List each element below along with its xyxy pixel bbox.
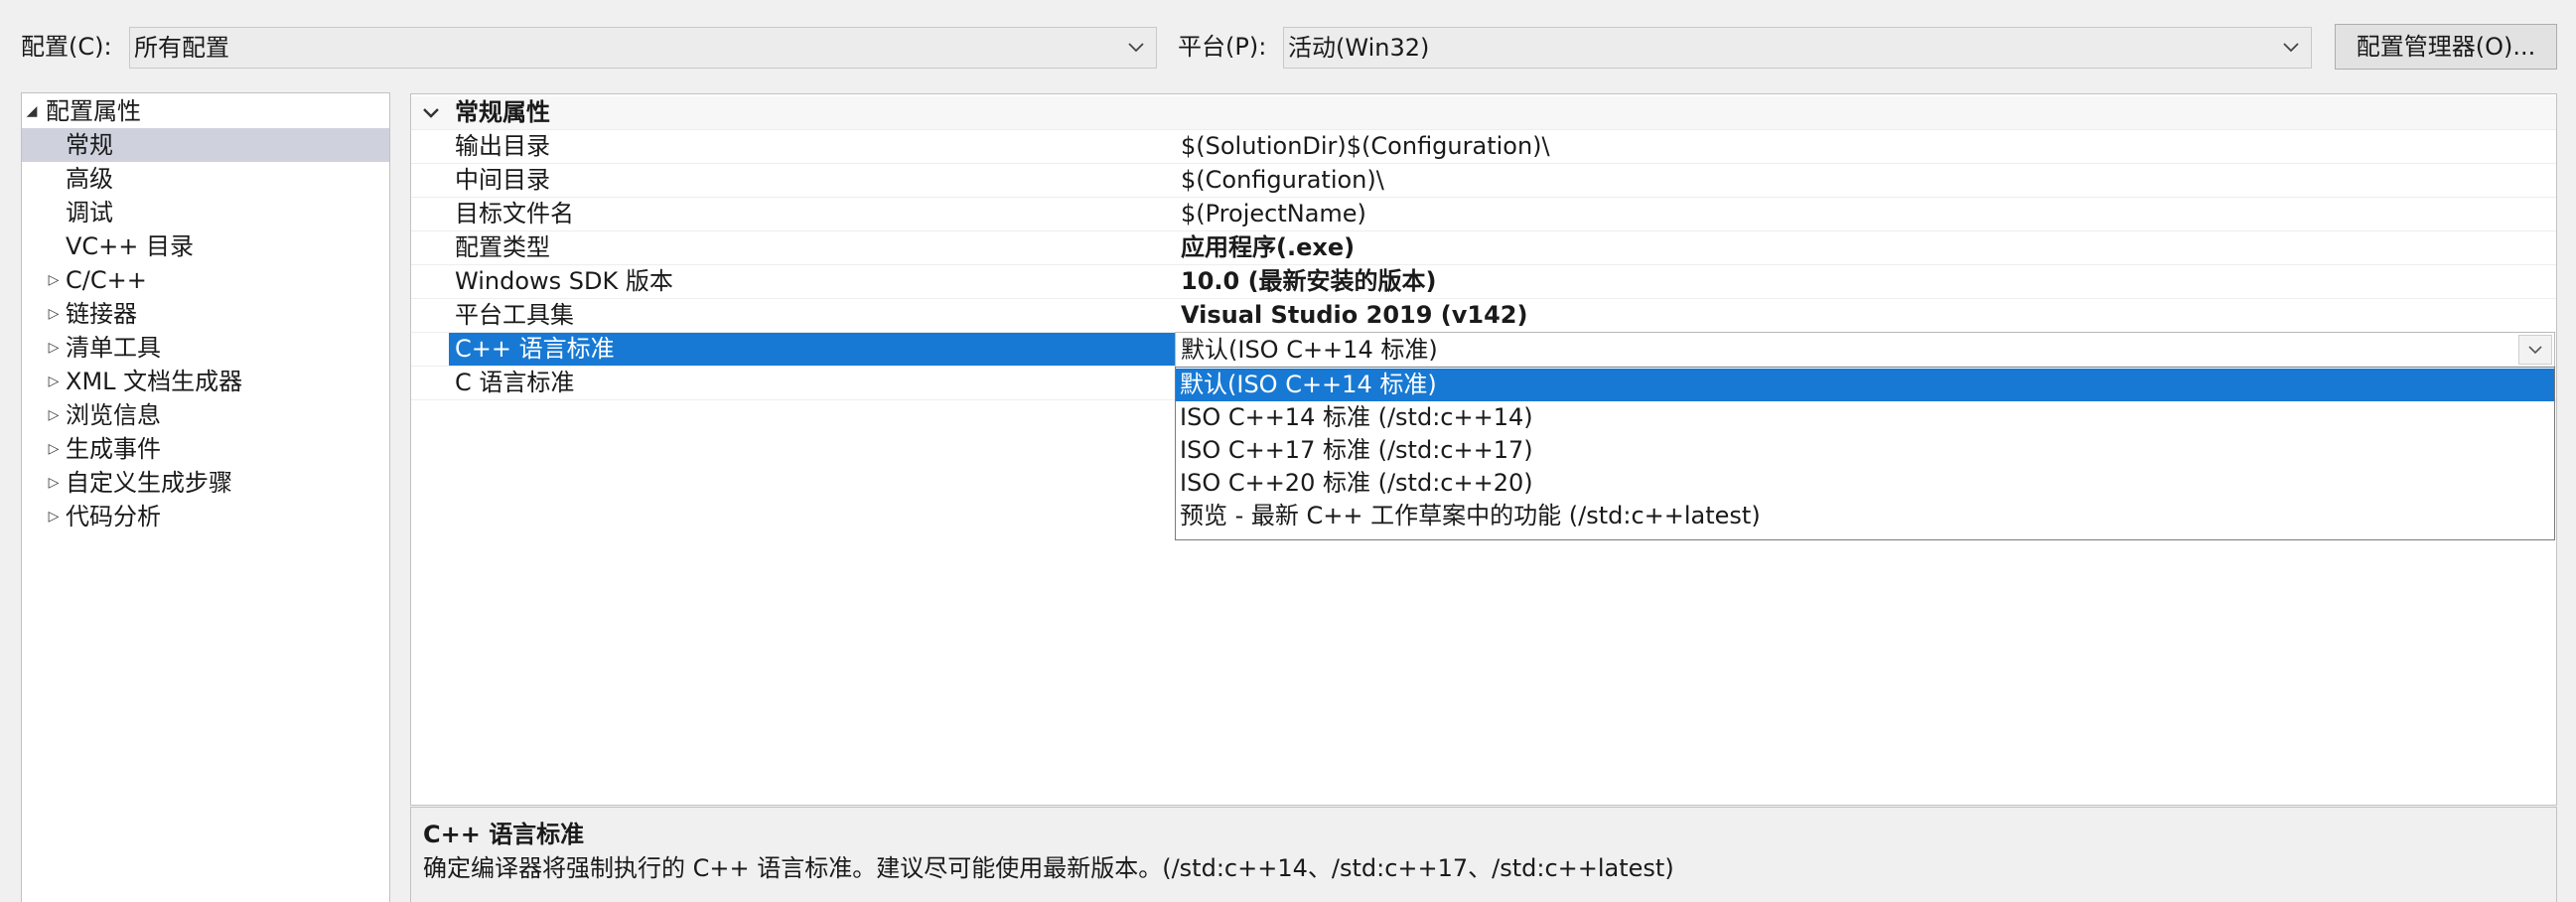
config-select[interactable]: 所有配置: [129, 27, 1157, 69]
config-label: 配置(C):: [21, 33, 112, 61]
grid-category-label: 常规属性: [455, 98, 550, 126]
property-value[interactable]: $(SolutionDir)$(Configuration)\: [1181, 130, 1550, 163]
property-name: C++ 语言标准: [449, 333, 1181, 366]
dropdown-option-cpp17[interactable]: ISO C++17 标准 (/std:c++17): [1176, 434, 2554, 467]
tree-item-label: VC++ 目录: [66, 232, 195, 260]
grid-row-platform-toolset[interactable]: 平台工具集 Visual Studio 2019 (v142): [411, 299, 2556, 333]
tree-item-build-events[interactable]: ▷ 生成事件: [22, 432, 389, 466]
tree-item-vc-directories[interactable]: VC++ 目录: [22, 229, 389, 263]
tree-item-label: 调试: [66, 199, 113, 226]
tree-item-c-cpp[interactable]: ▷ C/C++: [22, 263, 389, 297]
collapse-triangle-icon[interactable]: ◢: [24, 94, 40, 128]
tree-item-manifest-tool[interactable]: ▷ 清单工具: [22, 331, 389, 365]
grid-row-intermediate-dir[interactable]: 中间目录 $(Configuration)\: [411, 164, 2556, 198]
chevron-down-icon: [1126, 28, 1146, 68]
property-value[interactable]: $(Configuration)\: [1181, 164, 1384, 197]
tree-item-xml-doc-generator[interactable]: ▷ XML 文档生成器: [22, 365, 389, 398]
expand-triangle-icon[interactable]: ▷: [46, 466, 62, 500]
grid-row-config-type[interactable]: 配置类型 应用程序(.exe): [411, 231, 2556, 265]
property-name: 目标文件名: [455, 200, 574, 227]
tree-item-label: 链接器: [66, 300, 137, 328]
property-name: Windows SDK 版本: [455, 267, 673, 295]
platform-select-value: 活动(Win32): [1288, 34, 1430, 62]
grid-category[interactable]: 常规属性: [411, 96, 2556, 130]
dropdown-option-cpp-latest[interactable]: 预览 - 最新 C++ 工作草案中的功能 (/std:c++latest): [1176, 500, 2554, 532]
tree-item-label: XML 文档生成器: [66, 368, 243, 395]
platform-label: 平台(P):: [1178, 33, 1267, 61]
chevron-down-icon: [2281, 28, 2301, 68]
chevron-down-icon: [2528, 345, 2542, 354]
tree-root[interactable]: ◢ 配置属性: [22, 94, 389, 128]
tree-item-label: 自定义生成步骤: [66, 469, 232, 497]
cpp-standard-options: 默认(ISO C++14 标准) ISO C++14 标准 (/std:c++1…: [1175, 367, 2555, 540]
expand-triangle-icon[interactable]: ▷: [46, 263, 62, 297]
dropdown-button[interactable]: [2518, 335, 2552, 365]
config-select-value: 所有配置: [134, 34, 229, 62]
description-panel: C++ 语言标准 确定编译器将强制执行的 C++ 语言标准。建议尽可能使用最新版…: [410, 807, 2557, 902]
expand-triangle-icon[interactable]: ▷: [46, 500, 62, 533]
expand-triangle-icon[interactable]: ▷: [46, 398, 62, 432]
tree-item-label: 清单工具: [66, 334, 161, 362]
tree-item-advanced[interactable]: 高级: [22, 162, 389, 196]
tree-item-label: 浏览信息: [66, 401, 161, 429]
config-manager-button[interactable]: 配置管理器(O)...: [2335, 24, 2557, 70]
tree-item-code-analysis[interactable]: ▷ 代码分析: [22, 500, 389, 533]
grid-row-target-name[interactable]: 目标文件名 $(ProjectName): [411, 198, 2556, 231]
tree-item-custom-build-step[interactable]: ▷ 自定义生成步骤: [22, 466, 389, 500]
tree-item-label: 代码分析: [66, 503, 161, 530]
expand-triangle-icon[interactable]: ▷: [46, 297, 62, 331]
property-tree: ◢ 配置属性 常规 高级 调试 VC++ 目录 ▷ C/C++ ▷ 链接器 ▷ …: [21, 92, 390, 902]
property-name: 中间目录: [455, 166, 550, 194]
tree-item-linker[interactable]: ▷ 链接器: [22, 297, 389, 331]
platform-select[interactable]: 活动(Win32): [1283, 27, 2312, 69]
property-name: 输出目录: [455, 132, 550, 160]
expand-triangle-icon[interactable]: ▷: [46, 432, 62, 466]
tree-item-debugging[interactable]: 调试: [22, 196, 389, 229]
description-title: C++ 语言标准: [423, 821, 585, 848]
dropdown-option-default[interactable]: 默认(ISO C++14 标准): [1176, 369, 2554, 401]
grid-row-windows-sdk[interactable]: Windows SDK 版本 10.0 (最新安装的版本): [411, 265, 2556, 299]
expand-triangle-icon[interactable]: ▷: [46, 365, 62, 398]
grid-row-output-dir[interactable]: 输出目录 $(SolutionDir)$(Configuration)\: [411, 130, 2556, 164]
tree-item-general[interactable]: 常规: [22, 128, 389, 162]
property-value[interactable]: Visual Studio 2019 (v142): [1181, 299, 1527, 332]
description-text: 确定编译器将强制执行的 C++ 语言标准。建议尽可能使用最新版本。(/std:c…: [423, 854, 1674, 882]
property-value[interactable]: 10.0 (最新安装的版本): [1181, 265, 1437, 298]
property-name: 平台工具集: [455, 301, 574, 329]
property-value[interactable]: 应用程序(.exe): [1181, 231, 1355, 264]
tree-item-label: 常规: [66, 131, 113, 159]
dropdown-option-cpp14[interactable]: ISO C++14 标准 (/std:c++14): [1176, 401, 2554, 434]
tree-item-label: 高级: [66, 165, 113, 193]
tree-item-label: C/C++: [66, 266, 147, 294]
tree-item-browse-info[interactable]: ▷ 浏览信息: [22, 398, 389, 432]
property-value[interactable]: $(ProjectName): [1181, 198, 1366, 230]
property-name: C 语言标准: [455, 369, 575, 396]
tree-item-label: 生成事件: [66, 435, 161, 463]
chevron-down-icon[interactable]: [419, 96, 443, 130]
cpp-standard-select[interactable]: 默认(ISO C++14 标准): [1175, 332, 2555, 368]
expand-triangle-icon[interactable]: ▷: [46, 331, 62, 365]
cpp-standard-select-value: 默认(ISO C++14 标准): [1181, 336, 1438, 364]
property-name: 配置类型: [455, 233, 550, 261]
tree-root-label: 配置属性: [46, 97, 141, 125]
dropdown-option-cpp20[interactable]: ISO C++20 标准 (/std:c++20): [1176, 467, 2554, 500]
